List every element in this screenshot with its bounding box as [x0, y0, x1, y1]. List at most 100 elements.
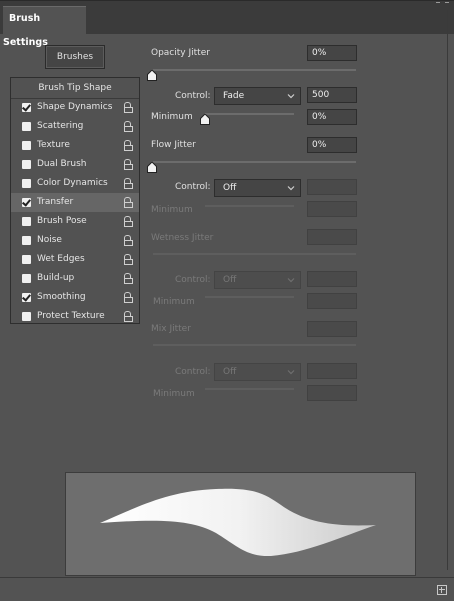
wetness-control-value: Off: [223, 275, 237, 285]
brush-tip-shape-item[interactable]: Brush Tip Shape: [11, 78, 139, 99]
wetness-jitter-label: Wetness Jitter: [151, 233, 214, 243]
fade-steps-field[interactable]: 500: [307, 87, 357, 103]
brush-options-list: Brush Tip Shape Shape Dynamics Scattering…: [10, 77, 140, 324]
wetness-control-dropdown[interactable]: Off: [214, 271, 301, 289]
panel-tab-bar: Brush Settings: [0, 0, 454, 48]
mix-control-label: Control:: [175, 367, 211, 377]
list-item[interactable]: Wet Edges: [11, 250, 139, 269]
lock-icon[interactable]: [124, 159, 133, 170]
list-item-label: Brush Pose: [37, 216, 87, 226]
opacity-jitter-label: Opacity Jitter: [151, 48, 210, 58]
checkbox[interactable]: [22, 293, 31, 302]
opacity-control-value: Fade: [223, 91, 245, 101]
checkbox[interactable]: [22, 103, 31, 112]
wetness-minimum-field[interactable]: [307, 293, 357, 309]
flow-minimum-label: Minimum: [151, 205, 193, 215]
list-item[interactable]: Dual Brush: [11, 155, 139, 174]
flow-jitter-label: Flow Jitter: [151, 140, 196, 150]
list-item-label: Transfer: [37, 197, 74, 207]
wetness-jitter-slider[interactable]: [153, 253, 356, 255]
list-item-label: Protect Texture: [37, 311, 105, 321]
checkbox[interactable]: [22, 217, 31, 226]
chevron-down-icon: [287, 94, 295, 99]
chevron-down-icon: [287, 278, 295, 283]
lock-icon[interactable]: [124, 235, 133, 246]
list-item-label: Scattering: [37, 121, 84, 131]
list-item[interactable]: Build-up: [11, 269, 139, 288]
list-item[interactable]: Scattering: [11, 117, 139, 136]
lock-icon[interactable]: [124, 311, 133, 322]
checkbox[interactable]: [22, 312, 31, 321]
footer-divider: [0, 577, 454, 578]
lock-icon[interactable]: [124, 178, 133, 189]
list-item-label: Smoothing: [37, 292, 86, 302]
lock-icon[interactable]: [124, 102, 133, 113]
flow-control-label: Control:: [175, 182, 211, 192]
mix-jitter-label: Mix Jitter: [151, 324, 191, 334]
mix-jitter-slider[interactable]: [153, 344, 356, 346]
list-item-label: Build-up: [37, 273, 75, 283]
list-item-label: Color Dynamics: [37, 178, 108, 188]
mix-minimum-field[interactable]: [307, 385, 357, 401]
mix-minimum-slider[interactable]: [205, 388, 294, 390]
checkbox[interactable]: [22, 122, 31, 131]
wetness-minimum-slider[interactable]: [205, 296, 294, 298]
opacity-minimum-field[interactable]: 0%: [307, 109, 357, 125]
list-item-label: Wet Edges: [37, 254, 85, 264]
opacity-jitter-slider-thumb[interactable]: [147, 70, 157, 81]
mix-jitter-field[interactable]: [307, 321, 357, 337]
opacity-minimum-slider-thumb[interactable]: [200, 114, 210, 125]
list-item[interactable]: Color Dynamics: [11, 174, 139, 193]
flow-jitter-slider-thumb[interactable]: [147, 162, 157, 173]
checkbox[interactable]: [22, 236, 31, 245]
tab-brush-settings[interactable]: Brush Settings: [3, 6, 86, 48]
brushes-button[interactable]: Brushes: [45, 45, 105, 69]
list-item[interactable]: Smoothing: [11, 288, 139, 307]
lock-icon[interactable]: [124, 121, 133, 132]
checkbox[interactable]: [22, 141, 31, 150]
lock-icon[interactable]: [124, 273, 133, 284]
opacity-minimum-label: Minimum: [151, 112, 193, 122]
flow-control-value: Off: [223, 183, 237, 193]
mix-control-value: Off: [223, 367, 237, 377]
opacity-jitter-field[interactable]: 0%: [307, 45, 357, 61]
list-item[interactable]: Texture: [11, 136, 139, 155]
lock-icon[interactable]: [124, 140, 133, 151]
list-item[interactable]: Shape Dynamics: [11, 98, 139, 117]
wetness-control-label: Control:: [175, 275, 211, 285]
list-item[interactable]: Protect Texture: [11, 307, 139, 326]
mix-minimum-label: Minimum: [153, 389, 195, 399]
tab-bar-border: [0, 0, 454, 1]
mix-control-dropdown[interactable]: Off: [214, 363, 301, 381]
opacity-jitter-slider[interactable]: [153, 69, 356, 71]
list-item[interactable]: Noise: [11, 231, 139, 250]
wetness-fade-field[interactable]: [307, 271, 357, 287]
flow-jitter-field[interactable]: 0%: [307, 137, 357, 153]
lock-icon[interactable]: [124, 197, 133, 208]
checkbox[interactable]: [22, 160, 31, 169]
flow-minimum-slider[interactable]: [205, 205, 294, 207]
flow-minimum-field[interactable]: [307, 201, 357, 217]
checkbox[interactable]: [22, 274, 31, 283]
list-item[interactable]: Transfer: [11, 193, 139, 212]
list-item-label: Dual Brush: [37, 159, 87, 169]
brush-stroke-preview: [65, 472, 416, 576]
wetness-jitter-field[interactable]: [307, 229, 357, 245]
opacity-control-dropdown[interactable]: Fade: [214, 87, 301, 105]
flow-control-dropdown[interactable]: Off: [214, 179, 301, 197]
chevron-down-icon: [287, 186, 295, 191]
checkbox[interactable]: [22, 255, 31, 264]
checkbox[interactable]: [22, 179, 31, 188]
mix-fade-field[interactable]: [307, 363, 357, 379]
checkbox[interactable]: [22, 198, 31, 207]
lock-icon[interactable]: [124, 254, 133, 265]
list-item-label: Shape Dynamics: [37, 102, 113, 112]
collapse-icon[interactable]: [432, 0, 454, 8]
create-new-brush-icon[interactable]: [437, 585, 447, 595]
lock-icon[interactable]: [124, 216, 133, 227]
opacity-minimum-slider[interactable]: [205, 113, 294, 115]
flow-fade-field[interactable]: [307, 179, 357, 195]
lock-icon[interactable]: [124, 292, 133, 303]
flow-jitter-slider[interactable]: [153, 161, 356, 163]
list-item[interactable]: Brush Pose: [11, 212, 139, 231]
